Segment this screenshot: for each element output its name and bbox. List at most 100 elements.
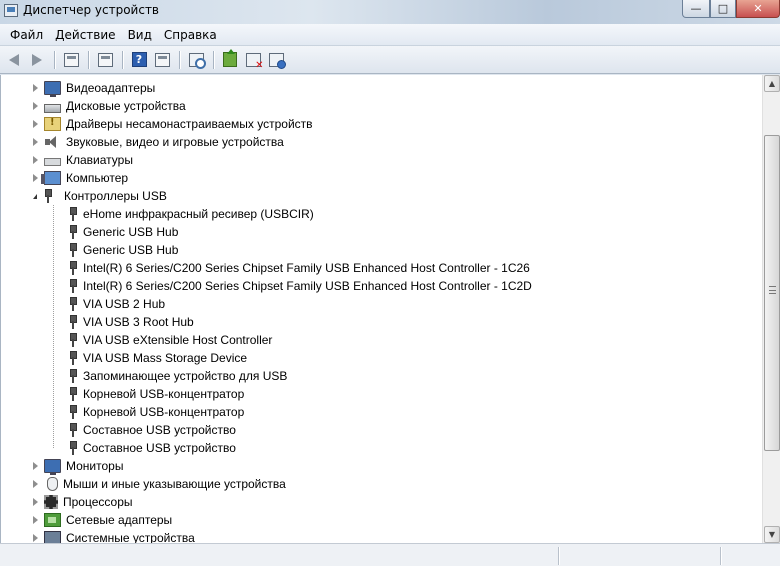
usb-device-icon bbox=[67, 351, 78, 365]
view-button[interactable] bbox=[151, 49, 173, 71]
scroll-thumb[interactable] bbox=[764, 135, 780, 451]
menu-bar: Файл Действие Вид Справка bbox=[0, 24, 780, 46]
tree-device-row[interactable]: Корневой USB-концентратор bbox=[1, 403, 762, 421]
disk-device-icon bbox=[44, 103, 61, 113]
expand-arrow-icon[interactable] bbox=[33, 84, 38, 92]
tree-item-label: Составное USB устройство bbox=[83, 423, 236, 437]
tree-category-row[interactable]: Мониторы bbox=[1, 457, 762, 475]
tree-category-row[interactable]: Контроллеры USB bbox=[1, 187, 762, 205]
help-button[interactable]: ? bbox=[128, 49, 150, 71]
device-tree-panel[interactable]: Видеоадаптеры Дисковые устройства Драйверы… bbox=[0, 75, 762, 543]
tree-device-row[interactable]: Запоминающее устройство для USB bbox=[1, 367, 762, 385]
tree-category-row[interactable]: Клавиатуры bbox=[1, 151, 762, 169]
usb-device-icon bbox=[67, 225, 78, 239]
usb-device-icon bbox=[67, 333, 78, 347]
mouse-device-icon bbox=[47, 477, 58, 491]
tree-device-row[interactable]: eHome инфракрасный ресивер (USBCIR) bbox=[1, 205, 762, 223]
tree-category-row[interactable]: Системные устройства bbox=[1, 529, 762, 543]
tree-device-row[interactable]: VIA USB 2 Hub bbox=[1, 295, 762, 313]
expand-arrow-icon[interactable] bbox=[33, 102, 38, 110]
tree-device-row[interactable]: Intel(R) 6 Series/C200 Series Chipset Fa… bbox=[1, 277, 762, 295]
status-separator bbox=[558, 547, 559, 565]
tree-device-row[interactable]: VIA USB eXtensible Host Controller bbox=[1, 331, 762, 349]
tree-item-label: Мыши и иные указывающие устройства bbox=[63, 477, 286, 491]
tree-device-row[interactable]: Intel(R) 6 Series/C200 Series Chipset Fa… bbox=[1, 259, 762, 277]
menu-action[interactable]: Действие bbox=[49, 26, 121, 44]
tree-item-label: Generic USB Hub bbox=[83, 225, 179, 239]
expand-arrow-icon[interactable] bbox=[33, 174, 38, 182]
tree-device-row[interactable]: VIA USB Mass Storage Device bbox=[1, 349, 762, 367]
tree-item-label: Клавиатуры bbox=[66, 153, 133, 167]
console-tree-button[interactable] bbox=[60, 49, 82, 71]
tree-device-row[interactable]: Составное USB устройство bbox=[1, 439, 762, 457]
tree-device-row[interactable]: Корневой USB-концентратор bbox=[1, 385, 762, 403]
usb-device-icon bbox=[67, 315, 78, 329]
expand-arrow-icon[interactable] bbox=[33, 516, 38, 524]
tree-item-label: Корневой USB-концентратор bbox=[83, 405, 245, 419]
tree-device-row[interactable]: VIA USB 3 Root Hub bbox=[1, 313, 762, 331]
expand-arrow-icon[interactable] bbox=[33, 156, 38, 164]
tree-item-label: Звуковые, видео и игровые устройства bbox=[66, 135, 284, 149]
disable-device-button[interactable] bbox=[242, 49, 264, 71]
menu-view[interactable]: Вид bbox=[122, 26, 158, 44]
tree-category-row[interactable]: Процессоры bbox=[1, 493, 762, 511]
tree-device-row[interactable]: Generic USB Hub bbox=[1, 223, 762, 241]
status-bar bbox=[0, 543, 780, 566]
monitor-device-icon bbox=[44, 459, 61, 475]
tree-item-label: eHome инфракрасный ресивер (USBCIR) bbox=[83, 207, 314, 221]
menu-help[interactable]: Справка bbox=[158, 26, 223, 44]
scroll-down-button[interactable]: ▼ bbox=[764, 526, 780, 543]
toolbar: ? bbox=[0, 46, 780, 74]
tree-item-label: VIA USB Mass Storage Device bbox=[83, 351, 248, 365]
expand-arrow-icon[interactable] bbox=[33, 534, 38, 542]
scan-hardware-button[interactable] bbox=[185, 49, 207, 71]
tree-category-row[interactable]: Драйверы несамонастраиваемых устройств bbox=[1, 115, 762, 133]
scroll-up-button[interactable]: ▲ bbox=[764, 75, 780, 92]
properties-button[interactable] bbox=[94, 49, 116, 71]
toolbar-separator bbox=[213, 50, 214, 69]
tree-item-label: VIA USB eXtensible Host Controller bbox=[83, 333, 273, 347]
tree-category-row[interactable]: Дисковые устройства bbox=[1, 97, 762, 115]
usb-device-icon bbox=[67, 279, 78, 293]
tree-item-label: Intel(R) 6 Series/C200 Series Chipset Fa… bbox=[83, 279, 532, 293]
uninstall-device-button[interactable] bbox=[265, 49, 287, 71]
tree-item-label: Системные устройства bbox=[66, 531, 195, 543]
tree-item-label: Составное USB устройство bbox=[83, 441, 236, 455]
collapse-arrow-icon[interactable] bbox=[33, 193, 37, 199]
title-bar: Диспетчер устройств — □ ✕ bbox=[0, 0, 780, 24]
expand-arrow-icon[interactable] bbox=[33, 138, 38, 146]
scroll-grip-icon bbox=[769, 286, 776, 294]
expand-arrow-icon[interactable] bbox=[33, 462, 38, 470]
usb-device-icon bbox=[42, 189, 59, 203]
tree-category-row[interactable]: Компьютер bbox=[1, 169, 762, 187]
vertical-scrollbar[interactable]: ▲ ▼ bbox=[762, 75, 780, 543]
update-driver-button[interactable] bbox=[219, 49, 241, 71]
tree-category-row[interactable]: Сетевые адаптеры bbox=[1, 511, 762, 529]
window-title: Диспетчер устройств bbox=[23, 3, 160, 17]
tree-category-row[interactable]: Звуковые, видео и игровые устройства bbox=[1, 133, 762, 151]
maximize-button[interactable]: □ bbox=[710, 0, 736, 18]
usb-device-icon bbox=[67, 261, 78, 275]
forward-button[interactable] bbox=[26, 49, 48, 71]
forward-arrow-icon bbox=[32, 53, 42, 66]
close-button[interactable]: ✕ bbox=[736, 0, 780, 18]
expand-arrow-icon[interactable] bbox=[33, 498, 38, 506]
tree-connector-line bbox=[53, 205, 54, 448]
tree-item-label: VIA USB 3 Root Hub bbox=[83, 315, 194, 329]
tree-item-label: Драйверы несамонастраиваемых устройств bbox=[66, 117, 313, 131]
tree-category-row[interactable]: Мыши и иные указывающие устройства bbox=[1, 475, 762, 493]
system-device-icon bbox=[44, 531, 61, 543]
scan-hardware-icon bbox=[188, 52, 206, 69]
tree-device-row[interactable]: Generic USB Hub bbox=[1, 241, 762, 259]
back-button[interactable] bbox=[3, 49, 25, 71]
menu-file[interactable]: Файл bbox=[4, 26, 49, 44]
expand-arrow-icon[interactable] bbox=[33, 120, 38, 128]
network-device-icon bbox=[44, 513, 61, 527]
tree-category-row[interactable]: Видеоадаптеры bbox=[1, 79, 762, 97]
tree-item-label: VIA USB 2 Hub bbox=[83, 297, 166, 311]
minimize-button[interactable]: — bbox=[682, 0, 710, 18]
disable-device-icon bbox=[245, 52, 264, 71]
tree-item-label: Мониторы bbox=[66, 459, 124, 473]
tree-device-row[interactable]: Составное USB устройство bbox=[1, 421, 762, 439]
expand-arrow-icon[interactable] bbox=[33, 480, 38, 488]
